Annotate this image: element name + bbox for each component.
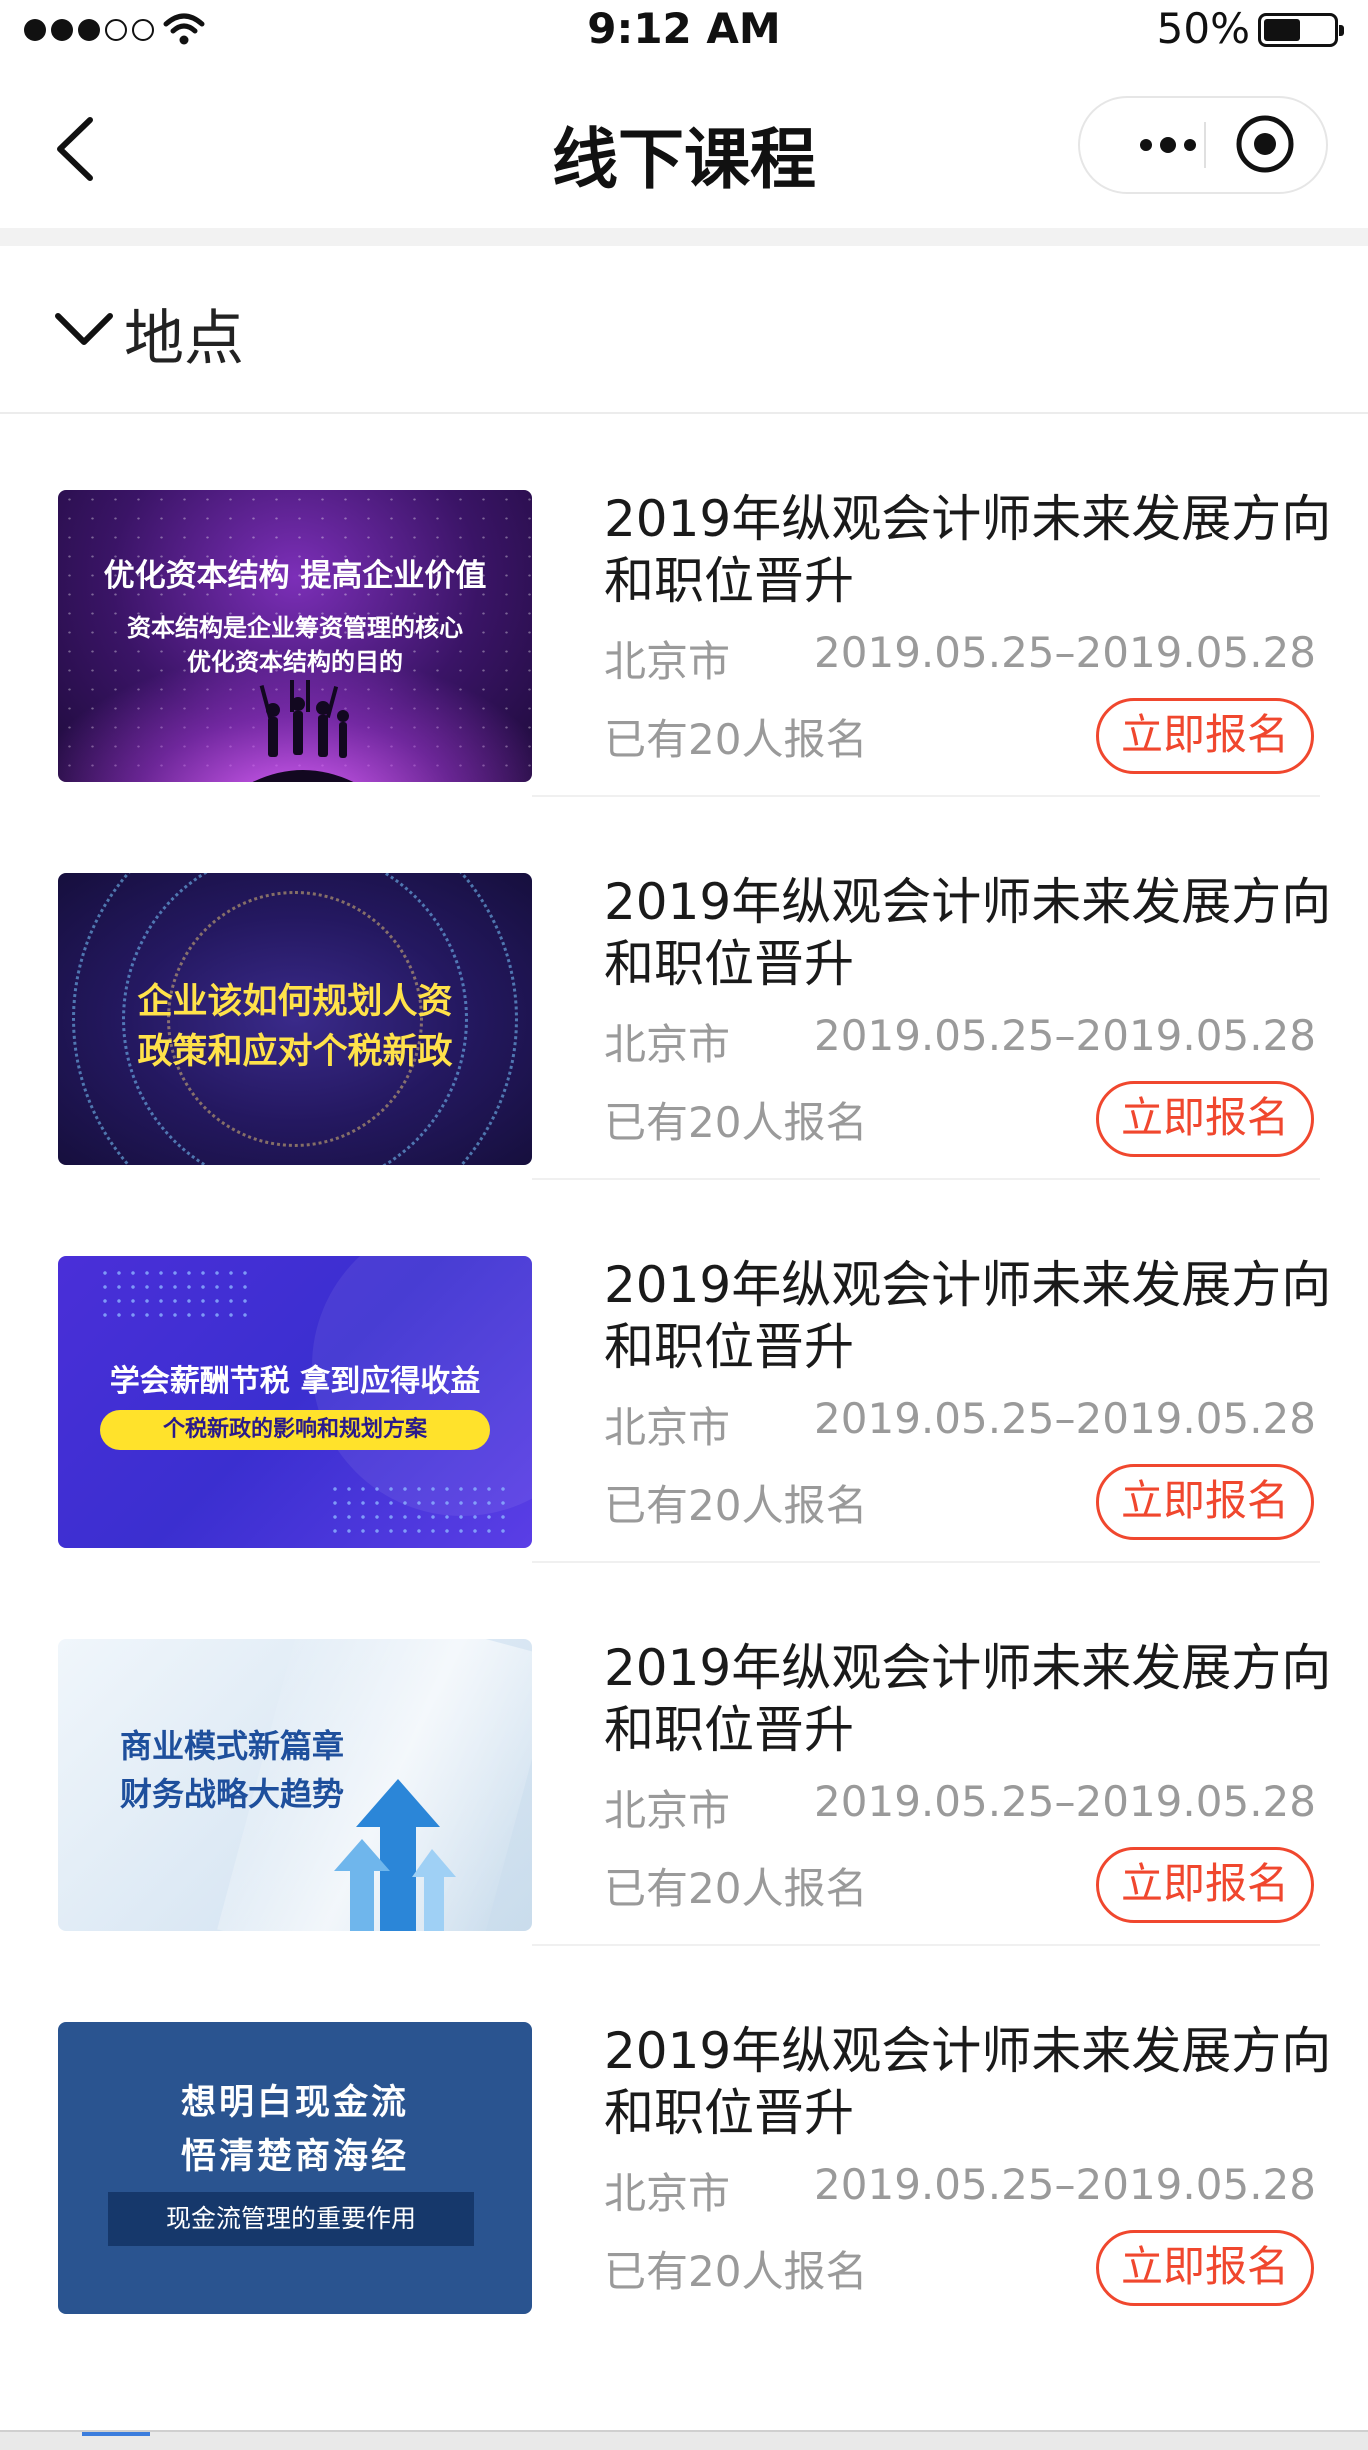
thumb-headline: 想明白现金流 — [180, 2083, 409, 2123]
capsule-divider — [1204, 122, 1206, 168]
enroll-button[interactable]: 立即报名 — [1096, 698, 1314, 774]
course-thumbnail: 学会薪酬节税 拿到应得收益 个税新政的影响和规划方案 — [58, 1256, 532, 1548]
course-city: 北京市 — [604, 1403, 731, 1452]
course-date: 2019.05.25–2019.05.28 — [814, 2160, 1316, 2209]
course-date: 2019.05.25–2019.05.28 — [814, 1394, 1316, 1443]
thumb-headline: 商业模式新篇章 — [120, 1727, 345, 1765]
list-item[interactable]: 想明白现金流 悟清楚商海经 现金流管理的重要作用 2019年纵观会计师未来发展方… — [0, 1946, 1368, 2329]
browser-bottom-strip — [0, 2430, 1368, 2450]
thumb-headline: 学会薪酬节税 拿到应得收益 — [109, 1364, 481, 1399]
enrolled-count: 已有20人报名 — [604, 2247, 868, 2296]
enrolled-count: 已有20人报名 — [604, 1098, 868, 1147]
course-title: 2019年纵观会计师未来发展方向和职位晋升 — [604, 1639, 1332, 1759]
people-silhouette-icon — [252, 680, 354, 782]
thumb-subline: 优化资本结构的目的 — [187, 648, 403, 676]
list-item[interactable]: 学会薪酬节税 拿到应得收益 个税新政的影响和规划方案 2019年纵观会计师未来发… — [0, 1180, 1368, 1563]
course-date: 2019.05.25–2019.05.28 — [814, 1011, 1316, 1060]
course-thumbnail: 企业该如何规划人资 政策和应对个税新政 — [58, 873, 532, 1165]
course-title: 2019年纵观会计师未来发展方向和职位晋升 — [604, 873, 1332, 993]
enroll-button[interactable]: 立即报名 — [1096, 2230, 1314, 2306]
thumb-headline: 政策和应对个税新政 — [137, 1032, 453, 1072]
enrolled-count: 已有20人报名 — [604, 1481, 868, 1530]
arrow-up-icon — [334, 1779, 456, 1931]
target-circle-icon[interactable] — [1234, 113, 1296, 175]
thumb-headline: 优化资本结构 提高企业价值 — [103, 558, 487, 594]
course-city: 北京市 — [604, 1786, 731, 1835]
enrolled-count: 已有20人报名 — [604, 715, 868, 764]
list-item[interactable]: 企业该如何规划人资 政策和应对个税新政 2019年纵观会计师未来发展方向和职位晋… — [0, 797, 1368, 1180]
more-dots-icon[interactable] — [1118, 98, 1218, 192]
status-bar: 9:12 AM 50% — [0, 0, 1368, 62]
course-city: 北京市 — [604, 1020, 731, 1069]
thumb-subline: 个税新政的影响和规划方案 — [100, 1410, 490, 1450]
thumb-subline: 现金流管理的重要作用 — [108, 2192, 474, 2246]
course-title: 2019年纵观会计师未来发展方向和职位晋升 — [604, 490, 1332, 610]
enroll-button[interactable]: 立即报名 — [1096, 1464, 1314, 1540]
course-date: 2019.05.25–2019.05.28 — [814, 1777, 1316, 1826]
section-divider — [0, 228, 1368, 246]
thumb-subline: 资本结构是企业筹资管理的核心 — [127, 614, 463, 642]
thumb-headline: 悟清楚商海经 — [180, 2137, 409, 2177]
chevron-down-icon — [55, 313, 113, 345]
course-thumbnail: 商业模式新篇章 财务战略大趋势 — [58, 1639, 532, 1931]
filter-label: 地点 — [124, 304, 244, 374]
battery-percent: 50% — [1156, 4, 1250, 53]
course-thumbnail: 优化资本结构 提高企业价值 资本结构是企业筹资管理的核心 优化资本结构的目的 — [58, 490, 532, 782]
course-city: 北京市 — [604, 2169, 731, 2218]
list-item[interactable]: 商业模式新篇章 财务战略大趋势 2019年纵观会计师未来发展方向和职位晋升 北京… — [0, 1563, 1368, 1946]
course-title: 2019年纵观会计师未来发展方向和职位晋升 — [604, 2022, 1332, 2142]
enroll-button[interactable]: 立即报名 — [1096, 1081, 1314, 1157]
nav-bar: 线下课程 — [0, 62, 1368, 228]
mini-program-capsule — [1078, 96, 1328, 194]
thumb-headline: 企业该如何规划人资 — [137, 982, 453, 1022]
battery-icon — [1258, 13, 1344, 47]
course-title: 2019年纵观会计师未来发展方向和职位晋升 — [604, 1256, 1332, 1376]
enrolled-count: 已有20人报名 — [604, 1864, 868, 1913]
thumb-headline: 财务战略大趋势 — [120, 1775, 345, 1813]
course-date: 2019.05.25–2019.05.28 — [814, 628, 1316, 677]
location-filter[interactable]: 地点 — [0, 246, 1368, 414]
list-item[interactable]: 优化资本结构 提高企业价值 资本结构是企业筹资管理的核心 优化资本结构的目的 2… — [0, 414, 1368, 797]
course-thumbnail: 想明白现金流 悟清楚商海经 现金流管理的重要作用 — [58, 2022, 532, 2314]
enroll-button[interactable]: 立即报名 — [1096, 1847, 1314, 1923]
course-city: 北京市 — [604, 637, 731, 686]
